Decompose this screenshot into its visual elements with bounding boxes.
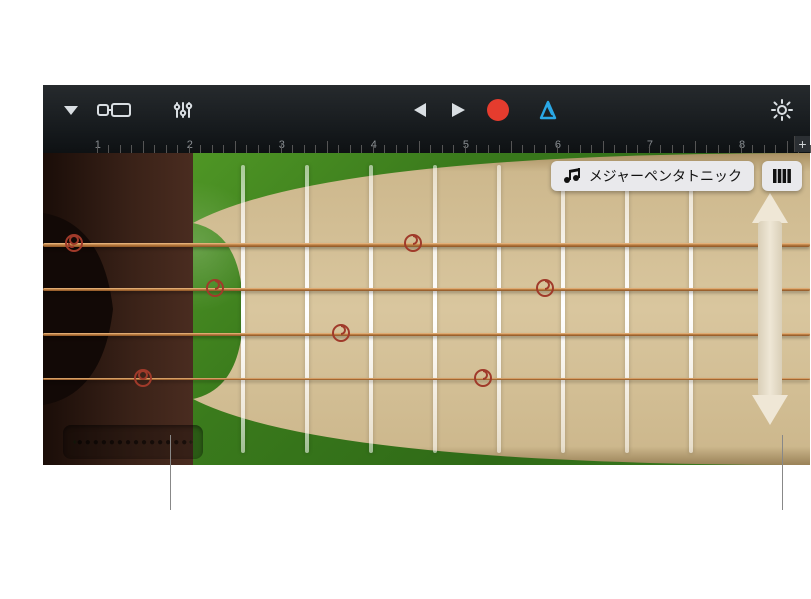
tuning-peg-marker	[131, 366, 155, 390]
tracks-view-button[interactable]	[91, 90, 137, 130]
chord-strips-icon	[772, 168, 792, 184]
add-section-button[interactable]: +	[794, 136, 810, 152]
fret[interactable]	[625, 165, 629, 452]
string-4[interactable]	[43, 378, 810, 380]
ruler-bar-label: 4	[371, 139, 377, 151]
pitch-bar[interactable]	[752, 193, 788, 425]
fret[interactable]	[497, 165, 501, 452]
notes-icon	[563, 168, 581, 184]
fret-marker	[401, 231, 425, 255]
ruler-bar-label: 5	[463, 139, 469, 151]
ruler-bar-label: 7	[647, 139, 653, 151]
fret[interactable]	[689, 165, 693, 452]
flower-icon	[189, 433, 193, 451]
autoplay-toggle[interactable]: ●●●●●●●●●●●●●●	[63, 425, 203, 459]
callout-line	[782, 435, 783, 510]
fret-marker	[471, 366, 495, 390]
timeline-ruler[interactable]: 1 2 3 4 5 6 7 8	[43, 135, 810, 153]
fret[interactable]	[433, 165, 437, 452]
fret[interactable]	[305, 165, 309, 452]
scale-selector[interactable]: メジャーペンタトニック	[551, 161, 754, 191]
record-button[interactable]	[478, 90, 518, 130]
chord-strips-button[interactable]	[762, 161, 802, 191]
scale-label: メジャーペンタトニック	[589, 166, 742, 186]
touch-instrument-area[interactable]: メジャーペンタトニック ●●●●●●●●●●●●●●	[43, 153, 810, 465]
track-controls-button[interactable]	[163, 90, 203, 130]
ruler-bar-label: 8	[739, 139, 745, 151]
metronome-button[interactable]	[528, 90, 568, 130]
play-button[interactable]	[438, 90, 478, 130]
pipa-headstock	[43, 153, 193, 465]
settings-button[interactable]	[762, 90, 802, 130]
pipa-neck	[163, 153, 810, 465]
autoplay-dots: ●●●●●●●●●●●●●●	[77, 437, 190, 448]
ruler-bar-label: 1	[95, 139, 101, 151]
fret[interactable]	[241, 165, 245, 452]
record-icon	[487, 99, 509, 121]
go-to-beginning-button[interactable]	[398, 90, 438, 130]
tuning-peg-marker	[62, 231, 86, 255]
fret-marker	[533, 276, 557, 300]
ruler-bar-label: 2	[187, 139, 193, 151]
string-2[interactable]	[43, 288, 810, 291]
fret-marker	[329, 321, 353, 345]
fret[interactable]	[561, 165, 565, 452]
instrument-browser-button[interactable]	[51, 90, 91, 130]
string-3[interactable]	[43, 333, 810, 336]
fret-marker	[203, 276, 227, 300]
control-bar	[43, 85, 810, 135]
string-1[interactable]	[43, 243, 810, 247]
fret[interactable]	[369, 165, 373, 452]
ruler-bar-label: 3	[279, 139, 285, 151]
ruler-bar-label: 6	[555, 139, 561, 151]
transport-controls	[398, 90, 568, 130]
callout-line	[170, 435, 171, 510]
